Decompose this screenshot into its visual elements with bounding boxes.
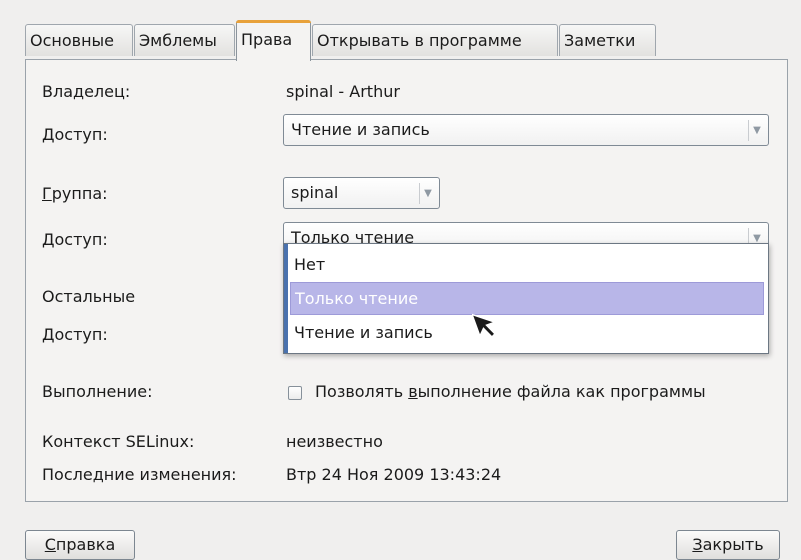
others-label: Остальные [42, 287, 136, 306]
execute-text-pre: Позволять [315, 382, 409, 401]
owner-access-label: Доступ: [42, 125, 108, 144]
help-mnemonic: С [44, 535, 56, 554]
group-label: Группа: [42, 184, 108, 203]
group-combo[interactable]: spinal ▼ [283, 177, 440, 209]
option-read-only[interactable]: Только чтение [290, 282, 764, 315]
tab-emblems[interactable]: Эмблемы [134, 24, 235, 56]
tab-basic[interactable]: Основные [25, 24, 133, 56]
execute-checkbox[interactable] [288, 386, 302, 400]
owner-access-combo[interactable]: Чтение и запись ▼ [283, 114, 769, 146]
close-button[interactable]: Закрыть [676, 530, 780, 560]
option-read-write[interactable]: Чтение и запись [290, 316, 764, 349]
owner-label: Владелец: [42, 82, 131, 101]
execute-checkbox-label[interactable]: Позволять выполнение файла как программы [315, 382, 706, 401]
help-button[interactable]: Справка [25, 530, 135, 560]
group-label-mnemonic: Г [42, 184, 52, 203]
group-value: spinal [291, 183, 339, 202]
execute-text-post: ыполнение файла как программы [417, 382, 706, 401]
execute-text-mnemonic: в [408, 382, 418, 401]
others-access-label: Доступ: [42, 325, 108, 344]
modified-label: Последние изменения: [42, 465, 237, 484]
group-label-rest: руппа: [51, 184, 108, 203]
close-label: акрыть [702, 535, 764, 554]
access-dropdown-list: Нет Только чтение Чтение и запись [283, 243, 769, 354]
owner-value: spinal - Arthur [286, 82, 400, 101]
tab-open-with[interactable]: Открывать в программе [312, 24, 558, 56]
chevron-down-icon: ▼ [419, 183, 436, 204]
tab-notes[interactable]: Заметки [559, 24, 656, 56]
close-mnemonic: З [692, 535, 703, 554]
selinux-label: Контекст SELinux: [42, 432, 195, 451]
group-access-label: Доступ: [42, 230, 108, 249]
tab-permissions[interactable]: Права [236, 20, 311, 61]
option-none[interactable]: Нет [290, 248, 764, 281]
selinux-value: неизвестно [286, 432, 383, 451]
modified-value: Втр 24 Ноя 2009 13:43:24 [286, 465, 502, 484]
help-label: правка [55, 535, 116, 554]
owner-access-value: Чтение и запись [291, 120, 430, 139]
chevron-down-icon: ▼ [748, 120, 765, 141]
execute-label: Выполнение: [42, 382, 153, 401]
list-stripe [284, 244, 288, 353]
mouse-pointer-icon [472, 313, 498, 339]
